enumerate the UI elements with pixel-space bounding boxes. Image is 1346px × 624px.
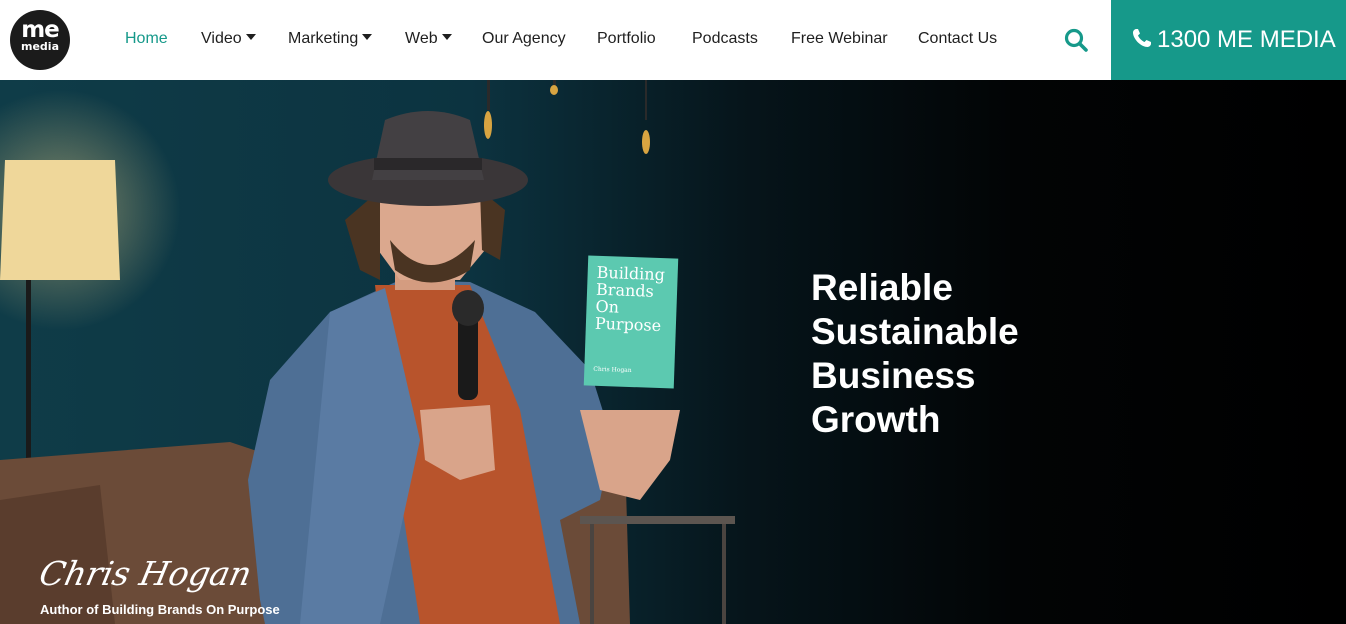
nav-video-label: Video — [201, 30, 242, 47]
nav-marketing[interactable]: Marketing — [288, 29, 373, 49]
chevron-down-icon — [362, 34, 373, 41]
nav-home-label: Home — [125, 30, 168, 47]
headline-line: Business — [811, 355, 976, 396]
nav-portfolio-label: Portfolio — [597, 30, 656, 47]
logo-line-2: media — [21, 40, 59, 53]
book-author: Chris Hogan — [593, 365, 632, 375]
nav-our-agency[interactable]: Our Agency — [482, 29, 566, 49]
nav-podcasts-label: Podcasts — [692, 30, 758, 47]
nav-free-webinar[interactable]: Free Webinar — [791, 29, 888, 49]
phone-call-button[interactable]: 1300 ME MEDIA — [1111, 0, 1346, 80]
hero-banner: Building Brands On Purpose Chris Hogan R… — [0, 80, 1346, 624]
logo-line-1: me — [21, 17, 60, 43]
hero-headline: Reliable Sustainable Business Growth — [811, 266, 1019, 442]
nav-web-label: Web — [405, 30, 438, 47]
book-cover: Building Brands On Purpose Chris Hogan — [583, 255, 679, 389]
phone-number-label: 1300 ME MEDIA — [1157, 26, 1336, 53]
nav-contact-us[interactable]: Contact Us — [918, 29, 997, 49]
nav-podcasts[interactable]: Podcasts — [692, 29, 758, 49]
book-title: Building Brands On Purpose — [594, 263, 666, 336]
headline-line: Sustainable — [811, 311, 1019, 352]
nav-portfolio[interactable]: Portfolio — [597, 29, 656, 49]
nav-marketing-label: Marketing — [288, 30, 359, 47]
chevron-down-icon — [245, 34, 256, 41]
headline-line: Growth — [811, 399, 941, 440]
chevron-down-icon — [441, 34, 452, 41]
book-title-line: Purpose — [594, 313, 662, 336]
nav-our-agency-label: Our Agency — [482, 30, 566, 47]
nav-web[interactable]: Web — [405, 29, 452, 49]
nav-contact-us-label: Contact Us — [918, 30, 998, 47]
phone-icon — [1131, 27, 1153, 49]
author-signature: Chris Hogan — [35, 554, 256, 593]
site-header: me media Home Video Marketing Web Our Ag… — [0, 0, 1346, 80]
nav-free-webinar-label: Free Webinar — [791, 30, 888, 47]
headline-line: Reliable — [811, 267, 953, 308]
nav-video[interactable]: Video — [201, 29, 256, 49]
author-caption: Author of Building Brands On Purpose — [40, 602, 280, 617]
search-icon[interactable] — [1062, 26, 1090, 54]
me-media-logo[interactable]: me media — [10, 10, 70, 70]
nav-home[interactable]: Home — [125, 29, 168, 49]
